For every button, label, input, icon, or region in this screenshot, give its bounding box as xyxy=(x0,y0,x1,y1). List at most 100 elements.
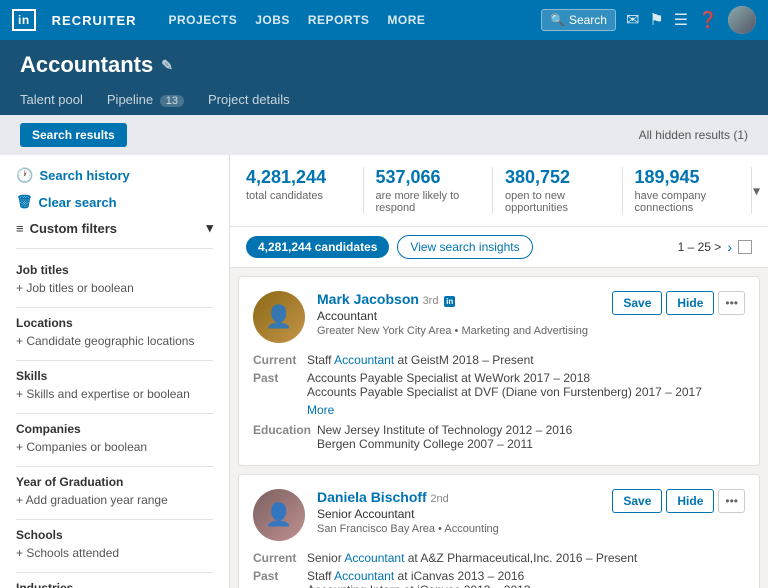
stat-respond-number: 537,066 xyxy=(376,167,481,188)
more-button[interactable]: ••• xyxy=(718,291,745,315)
project-header: Accountants ✎ Talent pool Pipeline 13 Pr… xyxy=(0,40,768,115)
pagination: 1 – 25 > › xyxy=(678,239,752,255)
current-detail: Staff Accountant at GeistM 2018 – Presen… xyxy=(307,353,534,367)
save-button[interactable]: Save xyxy=(612,489,662,513)
hidden-results-text: All hidden results (1) xyxy=(639,128,748,142)
project-title: Accountants xyxy=(20,52,153,78)
candidate-title: Senior Accountant xyxy=(317,507,600,521)
nav-more[interactable]: MORE xyxy=(387,13,425,27)
nav-jobs[interactable]: JOBS xyxy=(255,13,290,27)
list-icon[interactable]: ☰ xyxy=(674,10,688,30)
card-actions: Save Hide ••• xyxy=(612,291,745,343)
select-all-checkbox[interactable] xyxy=(738,240,752,254)
search-results-button[interactable]: Search results xyxy=(20,123,127,147)
nav-search-box[interactable]: 🔍 Search xyxy=(541,9,616,31)
stat-connections-number: 189,945 xyxy=(635,167,740,188)
stats-row: 4,281,244 total candidates 537,066 are m… xyxy=(230,155,768,227)
help-icon[interactable]: ❓ xyxy=(698,10,718,30)
candidates-count-button[interactable]: 4,281,244 candidates xyxy=(246,236,389,258)
more-link[interactable]: More xyxy=(307,403,745,417)
candidate-name[interactable]: Mark Jacobson xyxy=(317,291,419,307)
edit-icon[interactable]: ✎ xyxy=(161,57,173,74)
candidate-info: Daniela Bischoff 2nd Senior Accountant S… xyxy=(317,489,600,541)
tab-pipeline[interactable]: Pipeline 13 xyxy=(107,86,200,115)
past-exp-row: Past Staff Accountant at iCanvas 2013 – … xyxy=(253,569,745,588)
filter-schools-add[interactable]: + Schools attended xyxy=(16,546,213,560)
past-label: Past xyxy=(253,569,301,588)
filter-schools: Schools + Schools attended xyxy=(16,528,213,560)
next-page-icon[interactable]: › xyxy=(727,239,732,255)
save-button[interactable]: Save xyxy=(612,291,662,315)
education-row: Education New Jersey Institute of Techno… xyxy=(253,423,745,451)
filter-job-titles: Job titles + Job titles or boolean xyxy=(16,263,213,295)
avatar-image: 👤 xyxy=(253,489,305,541)
top-nav: in RECRUITER PROJECTS JOBS REPORTS MORE … xyxy=(0,0,768,40)
current-label: Current xyxy=(253,353,301,367)
hide-button[interactable]: Hide xyxy=(666,291,714,315)
view-insights-button[interactable]: View search insights xyxy=(397,235,532,259)
candidate-badge: 3rd xyxy=(423,295,439,307)
stat-total-number: 4,281,244 xyxy=(246,167,351,188)
project-title-row: Accountants ✎ xyxy=(20,52,748,78)
current-label: Current xyxy=(253,551,301,565)
past-detail-2: Accounts Payable Specialist at DVF (Dian… xyxy=(307,385,702,399)
sidebar: 🕐 Search history 🗑 Clear search ≡ Custom… xyxy=(0,155,230,588)
current-exp-row: Current Senior Accountant at A&Z Pharmac… xyxy=(253,551,745,565)
filter-job-titles-label: Job titles xyxy=(16,263,213,277)
stats-chevron-icon[interactable]: ▾ xyxy=(753,182,760,199)
nav-projects[interactable]: PROJECTS xyxy=(169,13,238,27)
filter-skills: Skills + Skills and expertise or boolean xyxy=(16,369,213,401)
candidate-avatar: 👤 xyxy=(253,489,305,541)
filter-locations-label: Locations xyxy=(16,316,213,330)
candidate-name-row: Daniela Bischoff 2nd xyxy=(317,489,600,505)
candidates-bar: 4,281,244 candidates View search insight… xyxy=(230,227,768,268)
tab-talent-pool[interactable]: Talent pool xyxy=(20,86,99,115)
avatar[interactable] xyxy=(728,6,756,34)
results-panel: 4,281,244 total candidates 537,066 are m… xyxy=(230,155,768,588)
tab-project-details[interactable]: Project details xyxy=(208,86,306,115)
custom-filters-row[interactable]: ≡ Custom filters ▾ xyxy=(16,220,213,249)
flag-icon[interactable]: ⚑ xyxy=(649,10,663,30)
past-label: Past xyxy=(253,371,301,399)
candidate-name[interactable]: Daniela Bischoff xyxy=(317,489,427,505)
past-detail-1: Accounts Payable Specialist at WeWork 20… xyxy=(307,371,702,385)
filter-job-titles-add[interactable]: + Job titles or boolean xyxy=(16,281,213,295)
candidate-avatar: 👤 xyxy=(253,291,305,343)
education-label: Education xyxy=(253,423,311,451)
stat-total-label: total candidates xyxy=(246,190,351,202)
project-tabs: Talent pool Pipeline 13 Project details xyxy=(20,86,748,115)
linkedin-logo: in xyxy=(12,9,36,31)
filter-skills-add[interactable]: + Skills and expertise or boolean xyxy=(16,387,213,401)
edu-detail-2: Bergen Community College 2007 – 2011 xyxy=(317,437,572,451)
trash-icon: 🗑 xyxy=(16,194,33,210)
filter-locations: Locations + Candidate geographic locatio… xyxy=(16,316,213,348)
filter-industries-label: Industries xyxy=(16,581,213,588)
linkedin-icon: in xyxy=(444,296,455,307)
filter-icon: ≡ xyxy=(16,221,24,236)
candidate-badge: 2nd xyxy=(430,493,448,505)
card-header: 👤 Daniela Bischoff 2nd Senior Accountant… xyxy=(253,489,745,541)
search-history-row[interactable]: 🕐 Search history xyxy=(16,167,213,184)
filter-graduation-add[interactable]: + Add graduation year range xyxy=(16,493,213,507)
filter-schools-label: Schools xyxy=(16,528,213,542)
filter-companies: Companies + Companies or boolean xyxy=(16,422,213,454)
past-detail-1: Staff Accountant at iCanvas 2013 – 2016 xyxy=(307,569,531,583)
hide-button[interactable]: Hide xyxy=(666,489,714,513)
search-history-label: Search history xyxy=(39,168,129,183)
search-results-bar: Search results All hidden results (1) xyxy=(0,115,768,155)
candidate-name-row: Mark Jacobson 3rd in xyxy=(317,291,600,307)
filter-companies-label: Companies xyxy=(16,422,213,436)
pagination-text: 1 – 25 > xyxy=(678,240,722,254)
nav-reports[interactable]: REPORTS xyxy=(308,13,370,27)
edu-detail-1: New Jersey Institute of Technology 2012 … xyxy=(317,423,572,437)
more-button[interactable]: ••• xyxy=(718,489,745,513)
stat-respond-label: are more likely to respond xyxy=(376,190,481,214)
stat-connections-label: have company connections xyxy=(635,190,740,214)
filter-locations-add[interactable]: + Candidate geographic locations xyxy=(16,334,213,348)
filter-graduation-label: Year of Graduation xyxy=(16,475,213,489)
stat-open-number: 380,752 xyxy=(505,167,610,188)
mail-icon[interactable]: ✉ xyxy=(626,10,639,30)
filter-graduation: Year of Graduation + Add graduation year… xyxy=(16,475,213,507)
clear-search-row[interactable]: 🗑 Clear search xyxy=(16,194,213,210)
filter-companies-add[interactable]: + Companies or boolean xyxy=(16,440,213,454)
